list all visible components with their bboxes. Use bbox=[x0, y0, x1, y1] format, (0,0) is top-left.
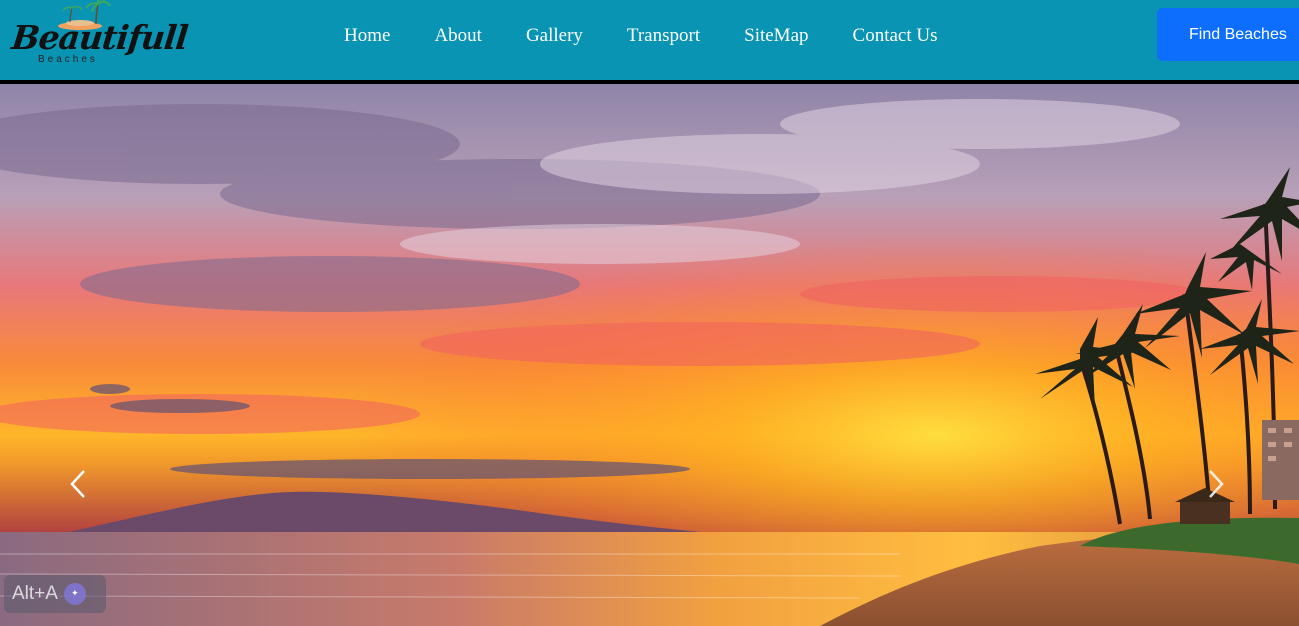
sunset-beach-image bbox=[0, 84, 1299, 626]
nav-gallery[interactable]: Gallery bbox=[504, 22, 605, 50]
navbar: Beautifull Beaches Home About Gallery Tr… bbox=[0, 0, 1299, 84]
carousel-prev-button[interactable] bbox=[58, 469, 98, 499]
hero-carousel bbox=[0, 84, 1299, 626]
nav-about[interactable]: About bbox=[412, 22, 504, 50]
logo-tagline: Beaches bbox=[38, 54, 98, 65]
chevron-right-icon bbox=[1209, 470, 1224, 498]
assistant-icon: ✦ bbox=[63, 583, 86, 605]
main-nav: Home About Gallery Transport SiteMap Con… bbox=[322, 22, 959, 50]
site-logo[interactable]: Beautifull Beaches bbox=[10, 0, 189, 72]
find-beaches-button[interactable]: Find Beaches bbox=[1157, 8, 1299, 61]
logo-wordmark: Beautifull bbox=[9, 18, 190, 57]
chevron-left-icon bbox=[70, 470, 85, 498]
carousel-next-button[interactable] bbox=[1196, 469, 1236, 499]
shortcut-label: Alt+A bbox=[12, 583, 58, 604]
shortcut-badge[interactable]: Alt+A ✦ bbox=[4, 575, 106, 613]
nav-transport[interactable]: Transport bbox=[605, 22, 722, 50]
nav-contact-us[interactable]: Contact Us bbox=[831, 22, 960, 50]
nav-sitemap[interactable]: SiteMap bbox=[722, 22, 830, 50]
nav-home[interactable]: Home bbox=[322, 22, 412, 50]
